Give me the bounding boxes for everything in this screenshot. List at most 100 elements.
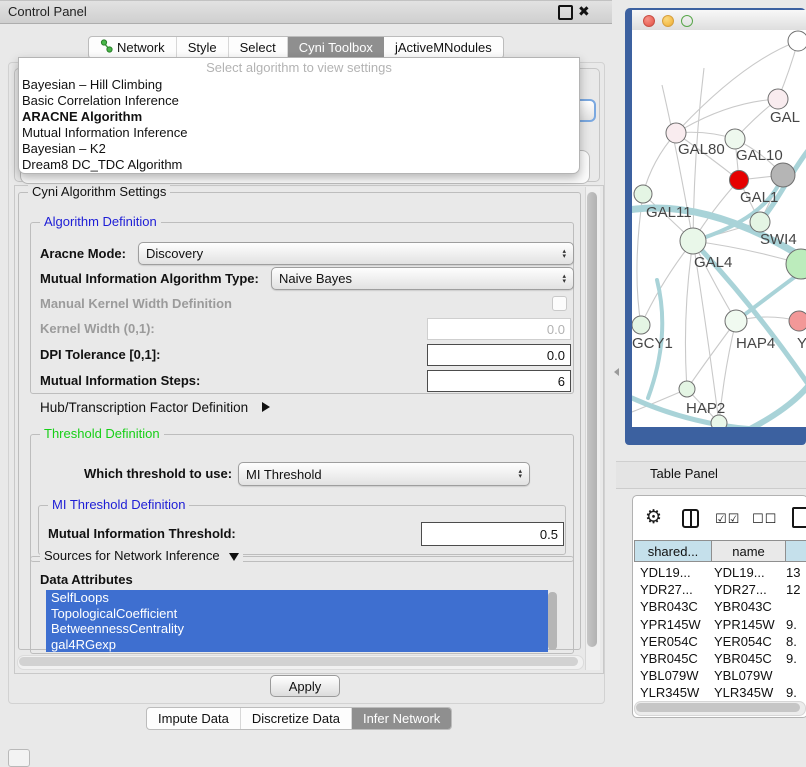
manual-kernel-checkbox[interactable] (552, 296, 567, 311)
sources-title: Sources for Network Inference (40, 548, 243, 563)
aracne-mode-combo[interactable]: Discovery ▴▾ (138, 242, 574, 265)
tab-infer-network[interactable]: Infer Network (352, 708, 451, 729)
attribute-item[interactable]: SelfLoops (46, 590, 548, 606)
node-hap2 (679, 381, 695, 397)
threshold-definition-title: Threshold Definition (40, 426, 164, 441)
algorithm-option[interactable]: Dream8 DC_TDC Algorithm (19, 157, 579, 173)
column-header-name[interactable]: name (712, 540, 786, 562)
node-label: GAL80 (678, 141, 725, 158)
tab-select[interactable]: Select (229, 37, 288, 58)
network-window-titlebar[interactable] (632, 10, 806, 31)
expand-arrow-icon (262, 402, 270, 412)
aracne-mode-label: Aracne Mode: (40, 246, 126, 261)
table-row[interactable]: YLR345WYLR345W9. (634, 684, 806, 701)
node-salmon (789, 311, 806, 331)
mi-threshold-definition-title: MI Threshold Definition (48, 497, 189, 512)
data-attributes-label: Data Attributes (40, 572, 133, 587)
algorithm-dropdown-popup: Select algorithm to view settings Bayesi… (18, 57, 580, 174)
select-all-icon[interactable]: ☑☑ (715, 511, 740, 527)
column-header-shared-name[interactable]: shared... (634, 540, 712, 562)
network-canvas[interactable]: GAL80 GAL10 GAL1 GAL11 SWI4 GAL4 GCY1 HA… (632, 30, 806, 427)
deselect-all-icon[interactable]: ☐☐ (752, 511, 777, 527)
node-gal80 (666, 123, 686, 143)
node-label-clipped: GAL (770, 109, 800, 126)
mi-type-combo[interactable]: Naive Bayes ▴▾ (271, 267, 574, 290)
table-row[interactable]: YBL079WYBL079W (634, 667, 806, 684)
node-hap4 (725, 310, 747, 332)
node-label: SWI4 (760, 231, 797, 248)
function-icon[interactable] (792, 507, 806, 528)
close-icon[interactable]: ✖ (578, 2, 589, 13)
control-panel-tabbar: Network Style Select Cyni Toolbox jActiv… (88, 36, 504, 59)
node-label: GCY1 (632, 335, 673, 352)
which-threshold-combo[interactable]: MI Threshold ▴▾ (238, 462, 530, 486)
node-gal4 (680, 228, 706, 254)
settings-horizontal-scrollbar-thumb[interactable] (19, 657, 578, 666)
tab-cyni-toolbox[interactable]: Cyni Toolbox (288, 37, 384, 58)
algorithm-option[interactable]: Bayesian – Hill Climbing (19, 77, 579, 93)
kernel-width-field: 0.0 (427, 318, 571, 340)
close-button[interactable] (643, 15, 655, 27)
node-label-clipped: Y (797, 335, 806, 352)
mi-threshold-label: Mutual Information Threshold: (48, 526, 236, 541)
table-row[interactable]: YDL19...YDL19...13 (634, 564, 806, 581)
column-header-clipped[interactable] (786, 540, 806, 562)
tab-jactivemnodules[interactable]: jActiveMNodules (384, 37, 503, 58)
control-panel-title: Control Panel (8, 4, 87, 19)
control-panel-titlebar: Control Panel ✖ (0, 0, 612, 24)
attribute-item[interactable]: TopologicalCoefficient (46, 606, 548, 622)
tab-discretize-data[interactable]: Discretize Data (241, 708, 352, 729)
network-graph: GAL80 GAL10 GAL1 GAL11 SWI4 GAL4 GCY1 HA… (632, 30, 806, 427)
tab-style[interactable]: Style (177, 37, 229, 58)
table-row[interactable]: YER054CYER054C8. (634, 633, 806, 650)
node-label: GAL10 (736, 147, 783, 164)
minimized-panel-icon[interactable] (8, 749, 30, 767)
table-row[interactable]: YBR045CYBR045C9. (634, 650, 806, 667)
node (788, 31, 806, 51)
collapse-arrow-icon[interactable] (229, 553, 239, 561)
mi-type-label: Mutual Information Algorithm Type: (40, 271, 259, 286)
node-gray (771, 163, 795, 187)
node-label: HAP4 (736, 335, 775, 352)
combo-spinner-icon: ▴▾ (562, 249, 566, 259)
columns-icon[interactable] (682, 509, 699, 528)
gear-icon[interactable]: ⚙ (645, 506, 662, 529)
data-attributes-list[interactable]: SelfLoops TopologicalCoefficient Between… (46, 590, 548, 652)
manual-kernel-label: Manual Kernel Width Definition (40, 296, 232, 311)
kernel-width-label: Kernel Width (0,1): (40, 321, 155, 336)
table-horizontal-scrollbar-thumb[interactable] (636, 703, 800, 712)
attribute-item[interactable]: gal4RGexp (46, 637, 548, 653)
attribute-item[interactable]: BetweennessCentrality (46, 621, 548, 637)
bottom-tabbar: Impute Data Discretize Data Infer Networ… (146, 707, 452, 730)
attributes-list-scrollbar[interactable] (548, 592, 557, 650)
zoom-button[interactable] (681, 15, 693, 27)
settings-vertical-scrollbar-thumb[interactable] (587, 192, 597, 647)
node-label: GAL1 (740, 189, 778, 206)
algorithm-option[interactable]: Mutual Information Inference (19, 125, 579, 141)
table-panel-title: Table Panel (650, 466, 718, 481)
tab-impute-data[interactable]: Impute Data (147, 708, 241, 729)
node-red-selected (730, 171, 749, 190)
algorithm-definition-title: Algorithm Definition (40, 214, 161, 229)
algorithm-option[interactable]: Bayesian – K2 (19, 141, 579, 157)
apply-button[interactable]: Apply (270, 675, 340, 697)
algorithm-option[interactable]: Basic Correlation Inference (19, 93, 579, 109)
node-swi4 (750, 212, 770, 232)
hub-definition-toggle[interactable]: Hub/Transcription Factor Definition (40, 400, 270, 415)
mi-steps-field[interactable]: 6 (427, 370, 571, 392)
mi-threshold-field[interactable]: 0.5 (421, 522, 564, 546)
combo-spinner-icon: ▴▾ (562, 274, 566, 284)
node-label: HAP2 (686, 400, 725, 417)
mi-steps-label: Mutual Information Steps: (40, 373, 200, 388)
dpi-tolerance-field[interactable]: 0.0 (427, 344, 571, 366)
cyni-algorithm-settings-title: Cyni Algorithm Settings (28, 184, 170, 199)
tab-network[interactable]: Network (89, 37, 177, 58)
float-panel-icon[interactable] (558, 5, 573, 20)
table-row[interactable]: YDR27...YDR27...12 (634, 581, 806, 598)
split-pane-collapse-arrow[interactable] (614, 368, 619, 376)
minimize-button[interactable] (662, 15, 674, 27)
table-row[interactable]: YBR043CYBR043C (634, 598, 806, 615)
algorithm-option-selected[interactable]: ARACNE Algorithm (19, 109, 579, 125)
table-rows[interactable]: YDL19...YDL19...13 YDR27...YDR27...12 YB… (634, 564, 806, 702)
table-row[interactable]: YPR145WYPR145W9. (634, 616, 806, 633)
